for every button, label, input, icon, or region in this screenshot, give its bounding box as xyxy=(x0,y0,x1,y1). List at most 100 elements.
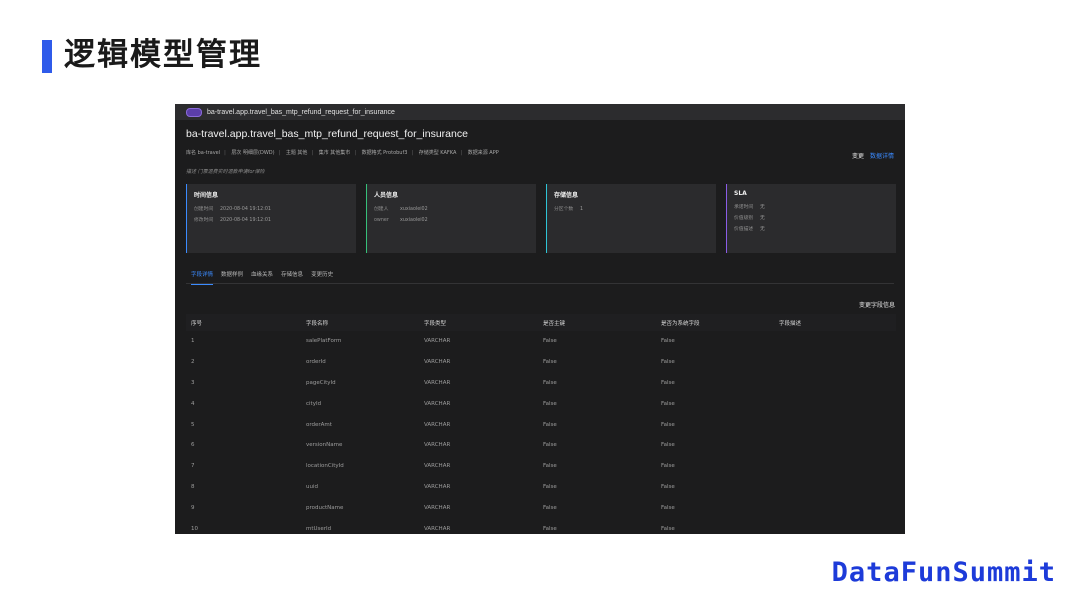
table-row[interactable]: 2 orderId VARCHAR False False xyxy=(186,352,896,373)
browser-tabstrip: ba-travel.app.travel_bas_mtp_refund_requ… xyxy=(175,104,905,120)
cell-name: cityId xyxy=(306,400,322,407)
cell-primary-key: False xyxy=(543,525,557,532)
app-window: ba-travel.app.travel_bas_mtp_refund_requ… xyxy=(175,104,905,534)
cell-type: VARCHAR xyxy=(424,442,451,449)
meta-storage: 存储类型 KAFKA xyxy=(418,149,457,156)
cell-primary-key: False xyxy=(543,338,557,345)
tab-title[interactable]: ba-travel.app.travel_bas_mtp_refund_requ… xyxy=(207,109,395,116)
cell-primary-key: False xyxy=(543,379,557,386)
cell-system-field: False xyxy=(661,359,675,366)
table-row[interactable]: 5 orderAmt VARCHAR False False xyxy=(186,414,896,435)
cell-primary-key: False xyxy=(543,463,557,470)
card-title: 时间信息 xyxy=(194,192,219,199)
title-accent-bar xyxy=(42,40,52,73)
meta-format: 数据格式 Protobuf3 xyxy=(361,149,408,156)
cell-name: orderId xyxy=(306,359,326,366)
kv-key: 创建人 xyxy=(374,207,389,212)
col-header-primary-key: 是否主键 xyxy=(543,320,566,327)
cell-system-field: False xyxy=(661,504,675,511)
col-header-description: 字段描述 xyxy=(779,320,802,327)
cell-index: 4 xyxy=(191,400,195,407)
tabs-divider xyxy=(186,283,894,284)
cell-type: VARCHAR xyxy=(424,421,451,428)
meta-mart: 集市 其他集市 xyxy=(318,149,351,156)
table-row[interactable]: 10 mtUserId VARCHAR False False xyxy=(186,518,896,534)
cell-system-field: False xyxy=(661,421,675,428)
kv-key: 承诺时间 xyxy=(734,205,754,210)
cell-index: 3 xyxy=(191,379,195,386)
cell-system-field: False xyxy=(661,525,675,532)
card-title: SLA xyxy=(734,190,747,197)
data-detail-link[interactable]: 数据详情 xyxy=(870,151,894,160)
cell-index: 10 xyxy=(191,525,198,532)
table-row[interactable]: 4 cityId VARCHAR False False xyxy=(186,393,896,414)
col-header-type: 字段类型 xyxy=(424,320,447,327)
meta-info: 库名 ba-travel | 层次 明细层(DWD) | 主题 其他 | 集市 其他集… xyxy=(186,149,499,156)
table-row[interactable]: 1 salePlatForm VARCHAR False False xyxy=(186,331,896,352)
cell-name: locationCityId xyxy=(306,463,344,470)
table-body: 1 salePlatForm VARCHAR False False 2 orderId VA… xyxy=(186,331,896,534)
description: 描述 门票退费实时退款申请for保险 xyxy=(186,169,265,175)
cell-name: mtUserId xyxy=(306,525,332,532)
cell-primary-key: False xyxy=(543,359,557,366)
cell-name: orderAmt xyxy=(306,421,332,428)
table-row[interactable]: 6 versionName VARCHAR False False xyxy=(186,435,896,456)
cell-primary-key: False xyxy=(543,442,557,449)
kv-value: 2020-08-04 19:12:01 xyxy=(220,218,271,223)
cell-name: productName xyxy=(306,504,344,511)
cell-type: VARCHAR xyxy=(424,525,451,532)
cell-index: 7 xyxy=(191,463,195,470)
table-row[interactable]: 9 productName VARCHAR False False xyxy=(186,497,896,518)
change-button[interactable]: 变更 xyxy=(852,151,864,160)
meta-topic: 主题 其他 xyxy=(285,149,308,156)
page-title: ba-travel.app.travel_bas_mtp_refund_requ… xyxy=(186,128,468,140)
col-header-system-field: 是否为系统字段 xyxy=(661,320,700,327)
tab-badge-icon xyxy=(186,107,202,117)
cell-index: 9 xyxy=(191,504,195,511)
cell-type: VARCHAR xyxy=(424,463,451,470)
cell-system-field: False xyxy=(661,379,675,386)
kv-value: 1 xyxy=(580,207,584,212)
kv-value: xuxiaolei02 xyxy=(400,207,428,212)
cell-type: VARCHAR xyxy=(424,504,451,511)
card-sla: SLA 承诺时间无 价值级别无 价值描述无 xyxy=(726,184,896,253)
meta-layer: 层次 明细层(DWD) xyxy=(231,149,275,156)
info-cards: 时间信息 创建时间 2020-08-04 19:12:01 修改时间 2020-08… xyxy=(186,184,896,253)
cell-primary-key: False xyxy=(543,421,557,428)
cell-primary-key: False xyxy=(543,400,557,407)
cell-system-field: False xyxy=(661,338,675,345)
card-storage: 存储信息 分区个数 1 xyxy=(546,184,716,253)
cell-name: salePlatForm xyxy=(306,338,342,345)
card-title: 存储信息 xyxy=(554,192,579,199)
kv-value: 2020-08-04 19:12:01 xyxy=(220,207,271,212)
kv-key: 创建时间 xyxy=(194,207,214,212)
cell-type: VARCHAR xyxy=(424,379,451,386)
cell-primary-key: False xyxy=(543,504,557,511)
cell-type: VARCHAR xyxy=(424,483,451,490)
slide: 逻辑模型管理 ba-travel.app.travel_bas_mtp_refu… xyxy=(0,0,1080,608)
card-time: 时间信息 创建时间 2020-08-04 19:12:01 修改时间 2020-08… xyxy=(186,184,356,253)
cell-name: uuid xyxy=(306,483,318,490)
kv-value: xuxiaolei02 xyxy=(400,218,428,223)
cell-system-field: False xyxy=(661,463,675,470)
kv-key: 价值描述 xyxy=(734,227,754,232)
table-row[interactable]: 7 locationCityId VARCHAR False False xyxy=(186,456,896,477)
cell-primary-key: False xyxy=(543,483,557,490)
kv-key: 价值级别 xyxy=(734,216,754,221)
change-fields-button[interactable]: 变更字段信息 xyxy=(859,300,895,309)
cell-name: pageCityId xyxy=(306,379,336,386)
cell-name: versionName xyxy=(306,442,343,449)
cell-index: 5 xyxy=(191,421,195,428)
table-row[interactable]: 3 pageCityId VARCHAR False False xyxy=(186,373,896,394)
cell-type: VARCHAR xyxy=(424,338,451,345)
table-row[interactable]: 8 uuid VARCHAR False False xyxy=(186,477,896,498)
cell-type: VARCHAR xyxy=(424,400,451,407)
meta-source: 数据来源 APP xyxy=(467,149,499,156)
cell-index: 2 xyxy=(191,359,195,366)
kv-key: owner xyxy=(374,218,389,223)
cell-type: VARCHAR xyxy=(424,359,451,366)
meta-db: 库名 ba-travel xyxy=(186,149,221,156)
cell-system-field: False xyxy=(661,483,675,490)
fields-table: 序号 字段名称 字段类型 是否主键 是否为系统字段 字段描述 1 salePlat… xyxy=(186,314,896,534)
cell-system-field: False xyxy=(661,400,675,407)
